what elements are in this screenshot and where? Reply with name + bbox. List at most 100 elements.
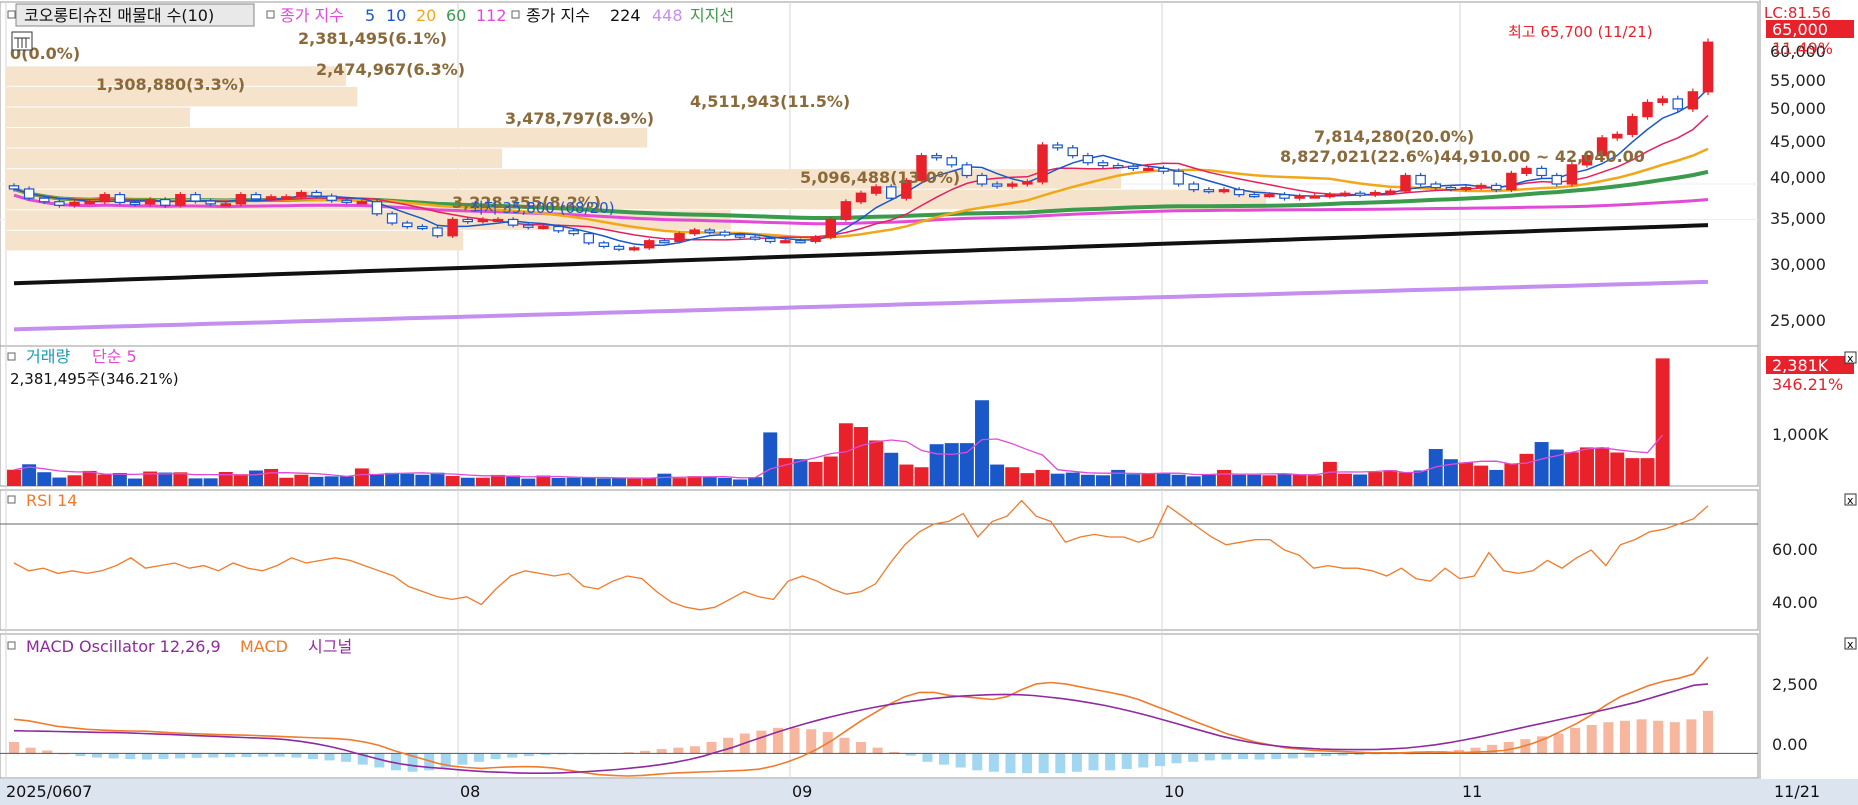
bullet-icon bbox=[511, 10, 520, 19]
volume-bar bbox=[1474, 465, 1489, 486]
candle bbox=[1415, 172, 1426, 187]
volume-bar bbox=[521, 478, 536, 486]
volume-bar bbox=[339, 476, 354, 486]
oscillator-bar bbox=[1254, 753, 1265, 760]
close-icon[interactable]: x bbox=[1844, 637, 1857, 651]
candle-body bbox=[417, 225, 428, 230]
oscillator-bar bbox=[1271, 753, 1282, 759]
volume-bar bbox=[279, 477, 294, 486]
ma-5-label: 5 bbox=[365, 6, 375, 25]
candle-body bbox=[1128, 165, 1139, 169]
candle-body bbox=[870, 186, 882, 194]
candle-body bbox=[160, 199, 171, 206]
calculator-icon[interactable] bbox=[11, 31, 33, 51]
candle-body bbox=[1702, 41, 1714, 93]
candle-body bbox=[1173, 170, 1184, 185]
ma-60-label: 60 bbox=[446, 6, 466, 25]
volume-bar bbox=[717, 477, 732, 486]
volume-bar bbox=[1201, 474, 1216, 486]
ma-label-2: 종가 지수 bbox=[526, 6, 590, 25]
volume-bar bbox=[1186, 476, 1201, 486]
y-tick: 55,000 bbox=[1770, 71, 1826, 90]
oscillator-bar bbox=[1619, 720, 1630, 754]
x-tick: 07 bbox=[72, 782, 92, 801]
x-tick: 2025/06 bbox=[6, 782, 72, 801]
candle-body bbox=[765, 238, 776, 243]
candle-body bbox=[1007, 183, 1018, 187]
candle bbox=[371, 199, 383, 217]
oscillator-bar bbox=[689, 746, 700, 754]
support-label: 지지선 bbox=[690, 6, 734, 25]
candle-body bbox=[296, 191, 307, 198]
candle-body bbox=[1037, 144, 1048, 183]
oscillator-bar bbox=[175, 753, 186, 759]
candle-body bbox=[99, 194, 110, 203]
chart-title: 코오롱티슈진 매물대 수(10) bbox=[24, 6, 214, 25]
candle-body bbox=[613, 245, 625, 250]
profile-label: 7,814,280(20.0%) bbox=[1314, 127, 1474, 146]
oscillator-bar bbox=[490, 753, 501, 759]
volume-bar bbox=[354, 468, 369, 486]
candle-body bbox=[1143, 167, 1154, 171]
candle-body bbox=[1612, 133, 1623, 139]
candle-body bbox=[371, 201, 383, 215]
oscillator-bar bbox=[141, 753, 152, 760]
volume-bar bbox=[793, 459, 808, 486]
oscillator-bar bbox=[789, 727, 800, 754]
oscillator-bar bbox=[939, 753, 950, 765]
candle-body bbox=[1188, 183, 1199, 191]
x-tick: 10 bbox=[1164, 782, 1184, 801]
bullet-icon bbox=[7, 495, 16, 504]
oscillator-bar bbox=[241, 753, 252, 758]
x-tick: 08 bbox=[460, 782, 480, 801]
oscillator-bar bbox=[1653, 720, 1664, 754]
close-icon[interactable]: x bbox=[1844, 351, 1857, 365]
volume-bar bbox=[748, 477, 763, 486]
candle bbox=[1642, 99, 1653, 120]
oscillator-bar bbox=[258, 753, 269, 757]
candle bbox=[976, 172, 988, 187]
volume-bar bbox=[612, 477, 626, 486]
oscillator-bar bbox=[1237, 753, 1248, 759]
volume-bar bbox=[7, 469, 21, 486]
candle bbox=[1037, 142, 1048, 185]
oscillator-bar bbox=[856, 742, 866, 754]
volume-bar bbox=[249, 470, 263, 486]
candle-body bbox=[54, 201, 65, 206]
candle-body bbox=[1324, 194, 1336, 198]
volume-bar bbox=[778, 458, 793, 486]
candle-body bbox=[1370, 191, 1381, 196]
volume-bar bbox=[1504, 463, 1519, 486]
profile-label: 3,478,797(8.9%) bbox=[505, 109, 654, 128]
candle-body bbox=[840, 201, 852, 221]
oscillator-bar bbox=[1088, 753, 1099, 771]
candle-body bbox=[1491, 184, 1502, 191]
oscillator-bar bbox=[1055, 753, 1066, 774]
oscillator-bar bbox=[706, 742, 717, 754]
candle-body bbox=[1354, 192, 1366, 196]
volume-bar bbox=[657, 473, 672, 486]
candle-body bbox=[1067, 147, 1078, 157]
close-icon[interactable]: x bbox=[1844, 493, 1857, 507]
volume-bar bbox=[642, 478, 657, 486]
volume-y-tick: 1,000K bbox=[1772, 425, 1829, 444]
candle-body bbox=[220, 203, 231, 207]
oscillator-bar bbox=[1188, 753, 1199, 762]
volume-bar bbox=[52, 477, 67, 486]
candle bbox=[674, 231, 685, 244]
candle-body bbox=[1309, 195, 1320, 199]
oscillator-bar bbox=[324, 753, 335, 761]
ma-20-label: 20 bbox=[416, 6, 436, 25]
volume-bar bbox=[1217, 469, 1231, 486]
volume-bar bbox=[37, 472, 52, 486]
stock-chart[interactable]: 0(0.0%) 2,381,495(6.1%) 2,474,967(6.3%) … bbox=[0, 0, 1858, 805]
volume-bar bbox=[733, 479, 747, 486]
candle-body bbox=[1566, 164, 1578, 185]
volume-bar bbox=[1398, 472, 1413, 486]
volume-bar bbox=[1096, 475, 1110, 486]
volume-bar bbox=[581, 477, 596, 486]
volume-bar bbox=[1111, 469, 1126, 486]
candle-body bbox=[1400, 174, 1411, 192]
candle bbox=[855, 190, 867, 205]
volume-bar bbox=[990, 464, 1005, 486]
